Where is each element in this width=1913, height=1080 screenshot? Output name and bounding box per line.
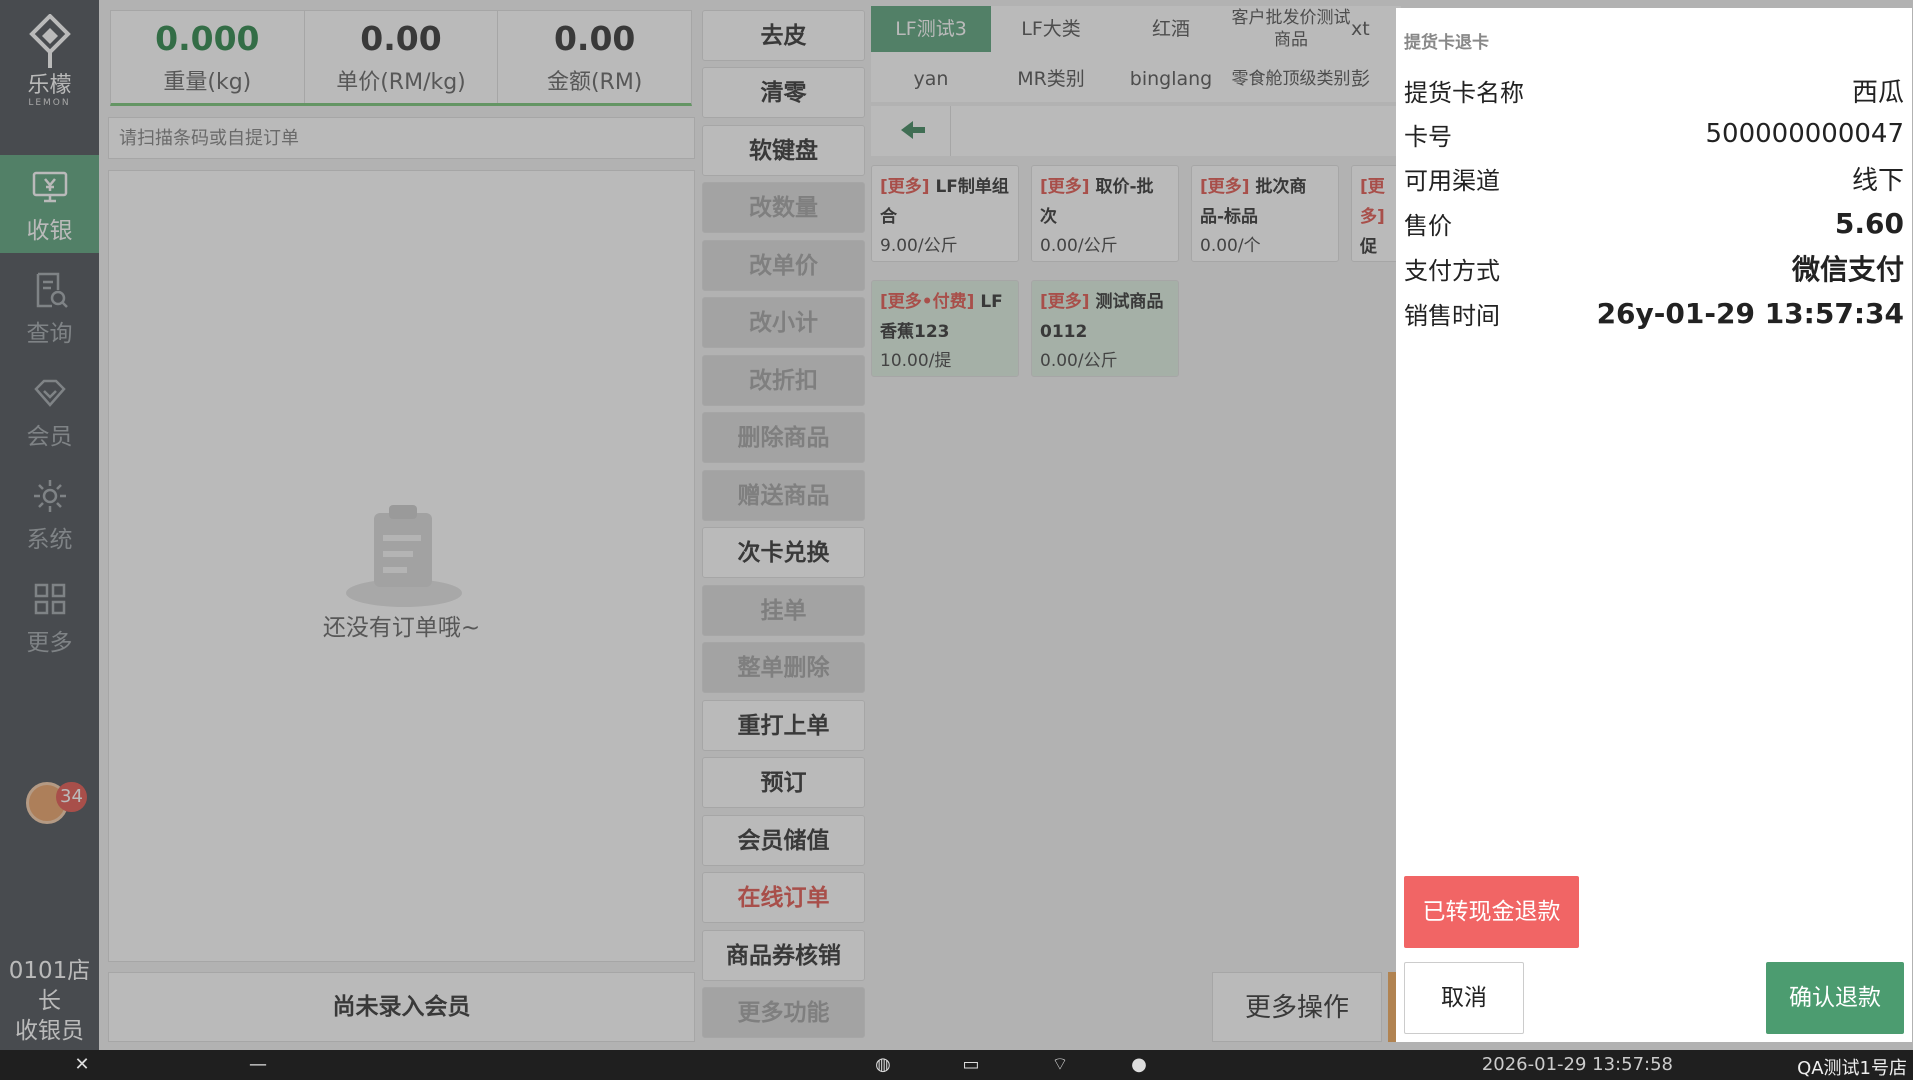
field-card-name: 提货卡名称 西瓜 xyxy=(1404,68,1904,112)
field-label: 提货卡名称 xyxy=(1404,78,1524,107)
field-payment-method: 支付方式 微信支付 xyxy=(1404,246,1904,290)
field-label: 支付方式 xyxy=(1404,256,1500,285)
field-value: 500000000047 xyxy=(1705,119,1904,149)
field-label: 卡号 xyxy=(1404,122,1452,151)
field-value: 微信支付 xyxy=(1791,253,1904,286)
field-sale-time: 销售时间 26y-01-29 13:57:34 xyxy=(1404,291,1904,335)
taskbar-store-name: QA测试1号店 xyxy=(1797,1058,1907,1079)
field-price: 售价 5.60 xyxy=(1404,201,1904,245)
cash-refund-status-button[interactable]: 已转现金退款 xyxy=(1404,876,1579,948)
taskbar-clock: 2026-01-29 13:57:58 xyxy=(1481,1054,1673,1075)
status-dot-icon: ● xyxy=(1131,1054,1147,1075)
confirm-refund-button[interactable]: 确认退款 xyxy=(1766,962,1904,1034)
wifi-icon[interactable]: ⌔ xyxy=(1050,1055,1070,1075)
field-label: 售价 xyxy=(1404,211,1452,240)
field-card-number: 卡号 500000000047 xyxy=(1404,112,1904,156)
card-refund-panel: 提货卡退卡 提货卡名称 西瓜 卡号 500000000047 可用渠道 线下 售… xyxy=(1396,8,1912,1042)
minimize-icon[interactable]: — xyxy=(248,1055,268,1075)
field-label: 销售时间 xyxy=(1404,301,1500,330)
field-label: 可用渠道 xyxy=(1404,166,1500,195)
field-channel: 可用渠道 线下 xyxy=(1404,156,1904,200)
cancel-button[interactable]: 取消 xyxy=(1404,962,1524,1034)
monitor-icon[interactable]: ▭ xyxy=(961,1055,981,1075)
field-value: 5.60 xyxy=(1834,206,1904,240)
close-icon[interactable]: ✕ xyxy=(72,1055,92,1075)
field-value: 26y-01-29 13:57:34 xyxy=(1596,296,1904,330)
system-taskbar: ✕ — ◍ ▭ ⌔ ● 2026-01-29 13:57:58 QA测试1号店 xyxy=(0,1050,1913,1080)
panel-title: 提货卡退卡 xyxy=(1404,33,1489,53)
field-value: 西瓜 xyxy=(1851,77,1904,108)
field-value: 线下 xyxy=(1851,165,1904,196)
globe-icon[interactable]: ◍ xyxy=(873,1055,893,1075)
